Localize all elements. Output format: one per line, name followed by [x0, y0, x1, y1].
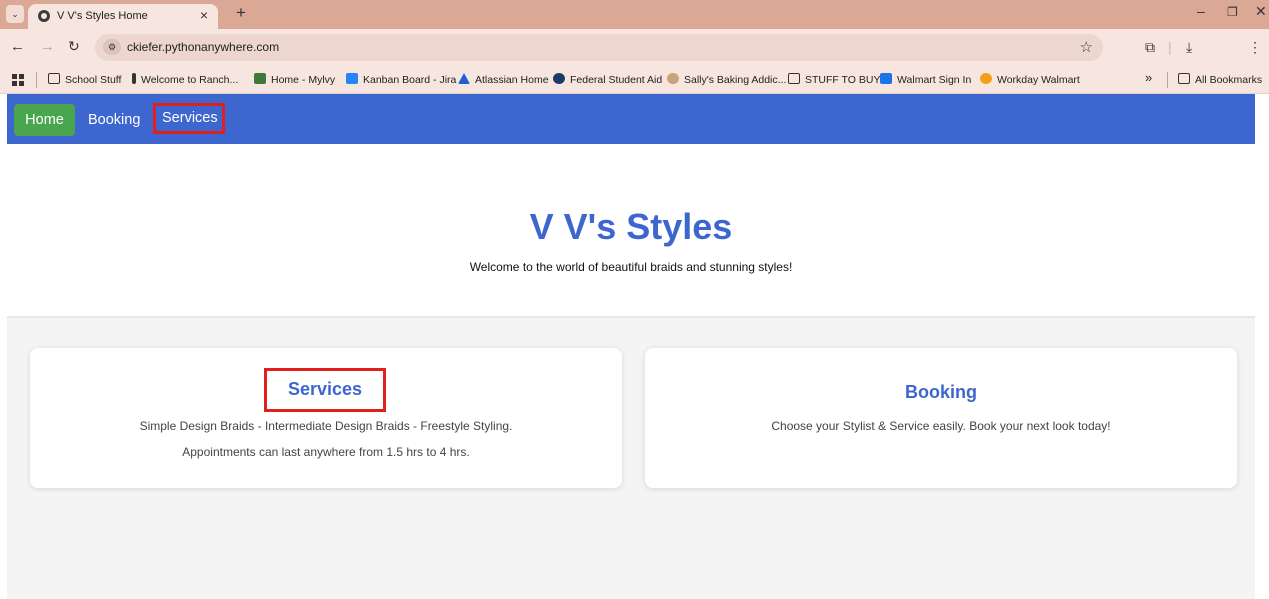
- omnibox[interactable]: ⚙ ckiefer.pythonanywhere.com ☆: [95, 34, 1103, 61]
- tab-search-icon[interactable]: ⌄: [6, 5, 24, 23]
- bookmarks-divider: [1167, 72, 1168, 88]
- toolbar-divider: |: [1168, 39, 1172, 55]
- ranch-icon: [132, 73, 136, 84]
- bookmark-label: Sally's Baking Addic...: [684, 74, 787, 86]
- site-info-icon[interactable]: ⚙: [103, 39, 121, 55]
- sally-icon: [667, 73, 679, 84]
- bookmark-atlassian[interactable]: Atlassian Home: [458, 73, 549, 86]
- web-page: Home Booking Services V V's Styles Welco…: [7, 94, 1255, 599]
- booking-card: Booking Choose your Stylist & Service ea…: [645, 348, 1237, 488]
- bookmarks-bar: School Stuff Welcome to Ranch... Home - …: [0, 66, 1269, 94]
- tab-close-icon[interactable]: ×: [200, 7, 208, 23]
- url-text[interactable]: ckiefer.pythonanywhere.com: [127, 40, 279, 54]
- walmart-icon: [880, 73, 892, 84]
- mylvy-icon: [254, 73, 266, 84]
- forward-arrow-icon[interactable]: →: [40, 38, 55, 55]
- menu-kebab-icon[interactable]: ⋮: [1248, 39, 1262, 56]
- bookmark-ranch[interactable]: Welcome to Ranch...: [132, 73, 238, 86]
- bookmark-label: Walmart Sign In: [897, 74, 972, 86]
- bookmark-label: Home - Mylvy: [271, 74, 336, 86]
- tab-title: V V's Styles Home: [57, 10, 148, 22]
- all-bookmarks[interactable]: All Bookmarks: [1178, 73, 1262, 86]
- fsa-icon: [553, 73, 565, 84]
- bookmark-label: Kanban Board - Jira: [363, 74, 457, 86]
- bookmark-label: Federal Student Aid: [570, 74, 663, 86]
- bookmark-mylvy[interactable]: Home - Mylvy: [254, 73, 335, 86]
- minimize-icon[interactable]: –: [1197, 3, 1205, 19]
- booking-card-text: Choose your Stylist & Service easily. Bo…: [771, 419, 1111, 433]
- folder-icon: [1178, 73, 1190, 84]
- browser-tab-active[interactable]: V V's Styles Home ×: [28, 4, 218, 29]
- services-card-text: Simple Design Braids - Intermediate Desi…: [139, 419, 513, 433]
- folder-icon: [48, 73, 60, 84]
- extensions-puzzle-icon[interactable]: ⧉: [1145, 39, 1155, 56]
- reload-icon[interactable]: ↻: [68, 38, 80, 55]
- nav-services-link[interactable]: Services: [153, 103, 225, 134]
- services-card-title[interactable]: Services: [264, 368, 386, 412]
- nav-booking-link[interactable]: Booking: [78, 104, 150, 136]
- hero-subtitle: Welcome to the world of beautiful braids…: [469, 260, 793, 274]
- bookmark-stuff-to-buy[interactable]: STUFF TO BUY: [788, 73, 880, 86]
- atlassian-icon: [458, 73, 470, 84]
- booking-card-title[interactable]: Booking: [645, 382, 1237, 403]
- jira-icon: [346, 73, 358, 84]
- bookmark-label: STUFF TO BUY: [805, 74, 881, 86]
- services-card-text: Appointments can last anywhere from 1.5 …: [182, 445, 470, 459]
- back-arrow-icon[interactable]: ←: [10, 38, 25, 55]
- site-navbar: Home Booking Services: [7, 94, 1255, 144]
- download-icon[interactable]: ⤓: [1186, 39, 1192, 56]
- bookmarks-overflow-icon[interactable]: »: [1145, 70, 1152, 85]
- tab-strip: ⌄ V V's Styles Home × + – ❐ ✕: [0, 0, 1269, 29]
- bookmark-star-icon[interactable]: ☆: [1080, 38, 1093, 56]
- bookmark-school-stuff[interactable]: School Stuff: [48, 73, 121, 86]
- page-title: V V's Styles: [529, 206, 733, 247]
- workday-icon: [980, 73, 992, 84]
- services-card: Services Simple Design Braids - Intermed…: [30, 348, 622, 488]
- bookmark-label: Welcome to Ranch...: [141, 74, 239, 86]
- folder-icon: [788, 73, 800, 84]
- bookmarks-divider: [36, 72, 37, 88]
- address-bar-row: ← → ↻ ⚙ ckiefer.pythonanywhere.com ☆ 1 ⧉…: [0, 29, 1269, 86]
- new-tab-button[interactable]: +: [236, 3, 246, 23]
- globe-favicon-icon: [38, 10, 50, 22]
- close-window-icon[interactable]: ✕: [1255, 3, 1267, 20]
- apps-grid-icon[interactable]: [12, 74, 24, 86]
- bookmark-label: Atlassian Home: [475, 74, 549, 86]
- bookmark-sally[interactable]: Sally's Baking Addic...: [667, 73, 786, 86]
- restore-icon[interactable]: ❐: [1227, 5, 1238, 19]
- bookmark-walmart[interactable]: Walmart Sign In: [880, 73, 971, 86]
- bookmark-workday[interactable]: Workday Walmart: [980, 73, 1080, 86]
- nav-home-link[interactable]: Home: [14, 104, 75, 136]
- bookmark-label: All Bookmarks: [1195, 74, 1263, 86]
- bookmark-label: Workday Walmart: [997, 74, 1080, 86]
- hero-section: V V's Styles Welcome to the world of bea…: [7, 144, 1255, 318]
- bookmark-label: School Stuff: [65, 74, 122, 86]
- bookmark-jira[interactable]: Kanban Board - Jira: [346, 73, 456, 86]
- bookmark-fsa[interactable]: Federal Student Aid: [553, 73, 662, 86]
